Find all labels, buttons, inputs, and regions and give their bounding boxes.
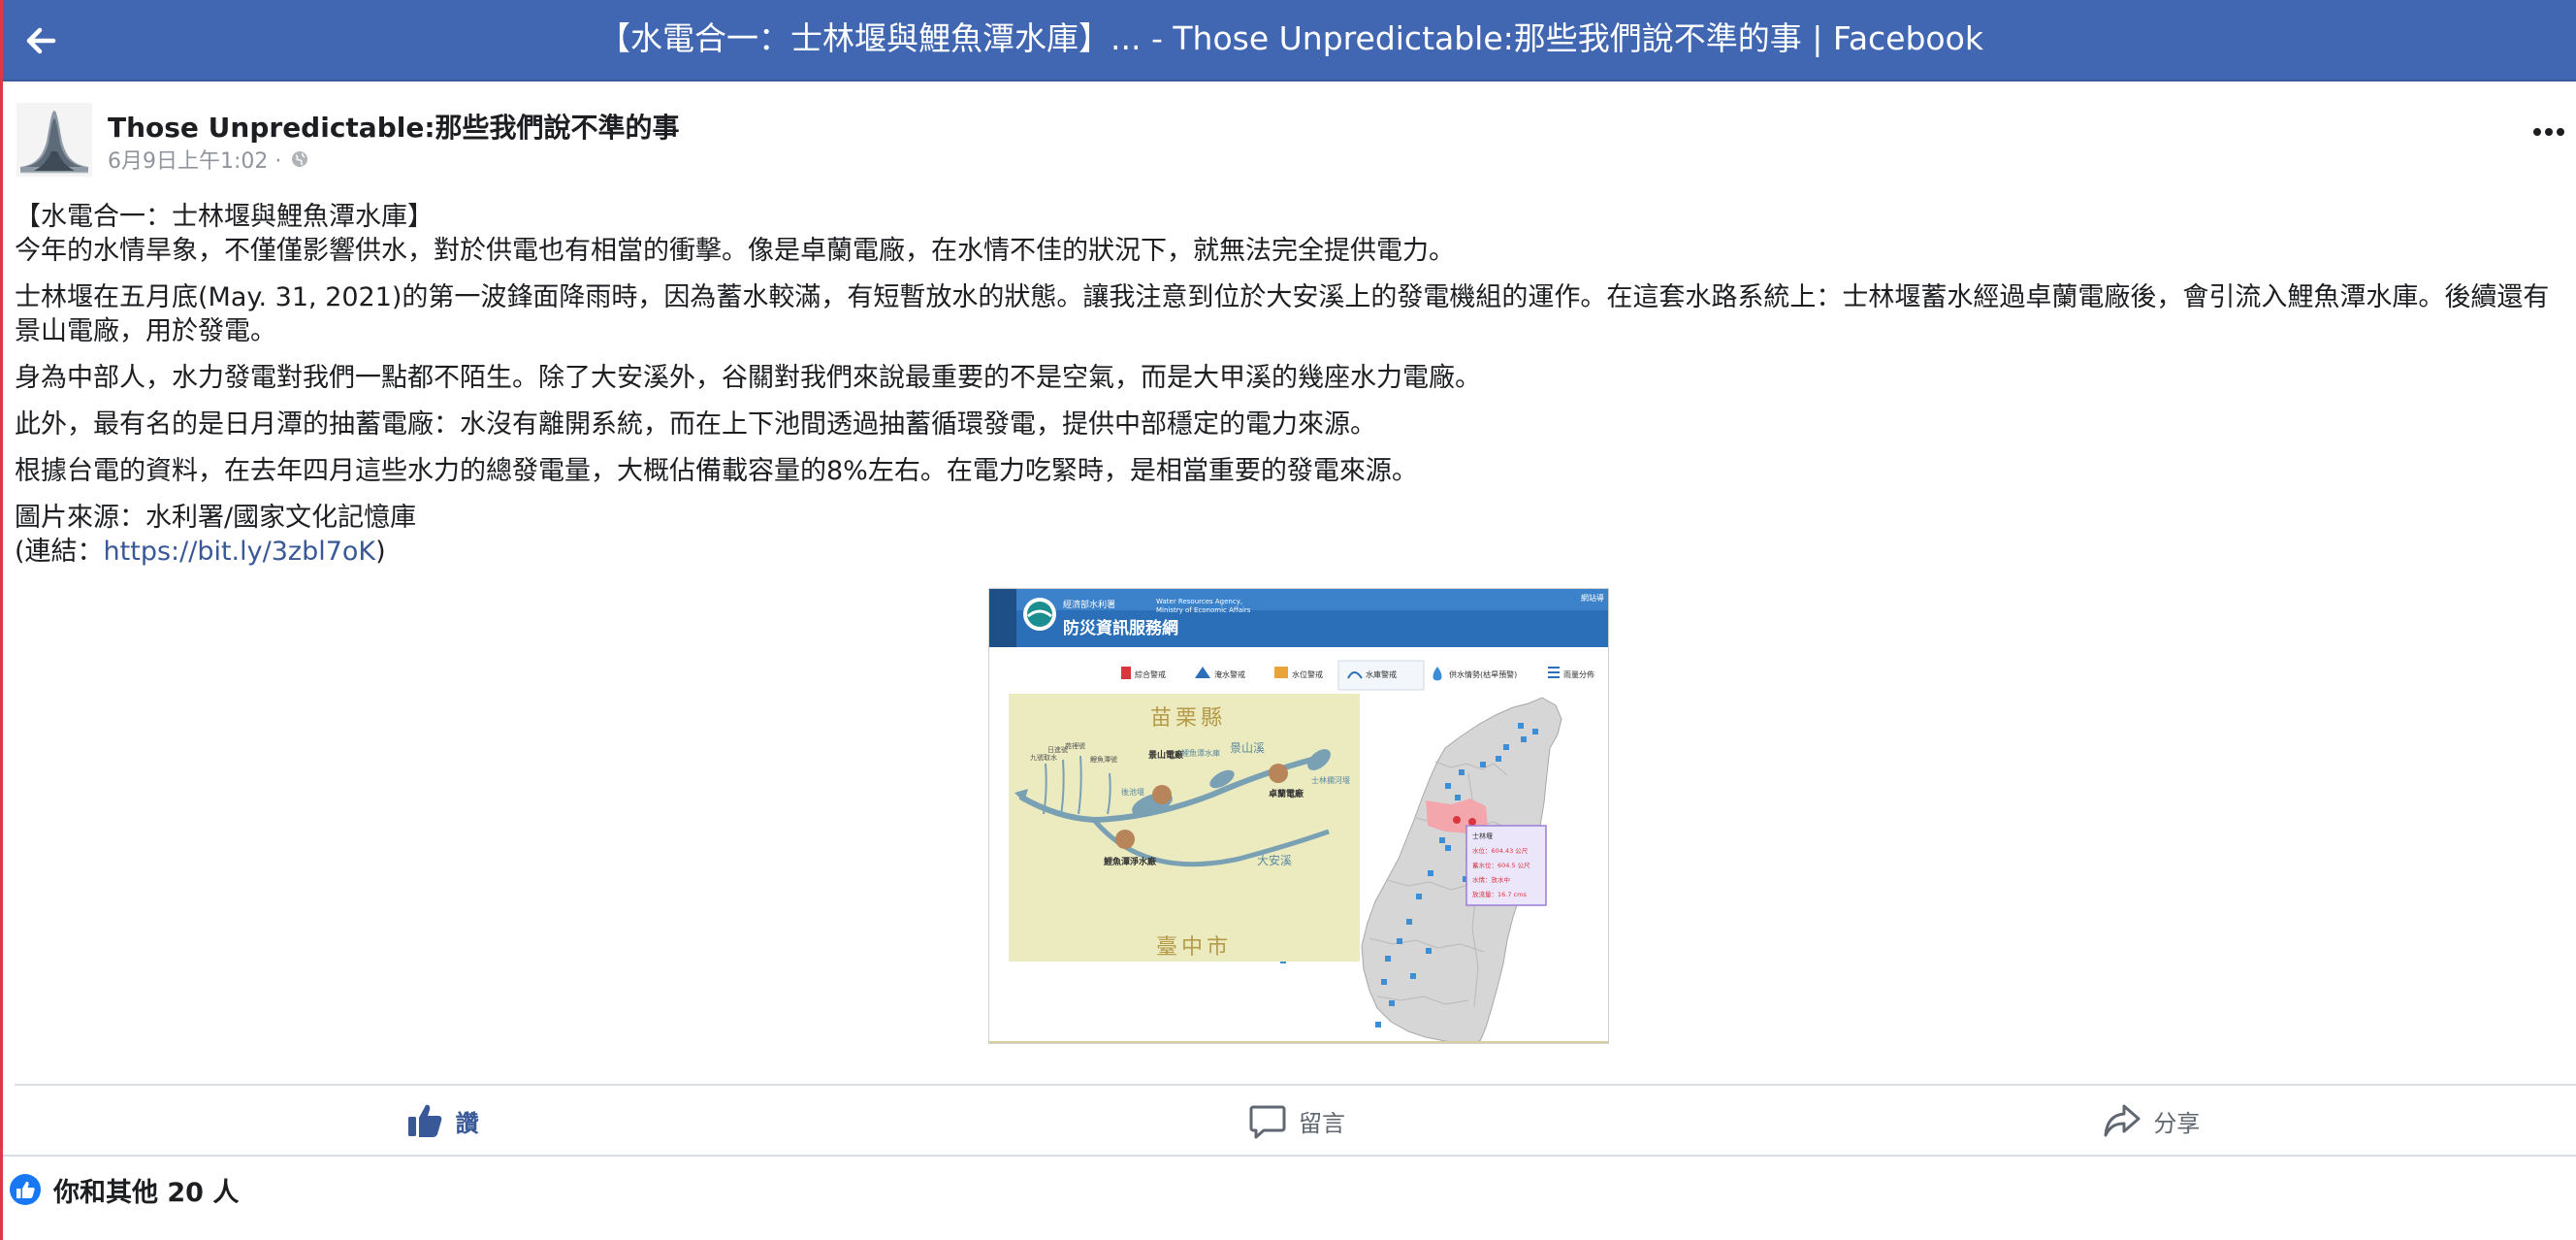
more-options-icon[interactable] xyxy=(2525,111,2573,149)
label-zhuolan-plant: 卓蘭電廠 xyxy=(1269,788,1304,799)
post-meta: 6月9日上午1:02 · xyxy=(108,144,309,175)
label-channel-4: 鯉魚潭號 xyxy=(1090,755,1117,764)
back-arrow-icon[interactable] xyxy=(16,16,67,66)
globe-icon xyxy=(290,149,309,175)
label-houchi-weir: 後池堰 xyxy=(1121,787,1144,797)
label-daan-river: 大安溪 xyxy=(1257,853,1292,867)
image-tab-1: 綜合警戒 xyxy=(1135,669,1166,679)
water-level-icon xyxy=(1274,667,1288,678)
zhuolan-plant-marker xyxy=(1269,764,1288,783)
divider xyxy=(3,1155,2576,1157)
share-label: 分享 xyxy=(2153,1109,2201,1137)
like-reaction-icon xyxy=(10,1174,41,1205)
paragraph-1-text: 今年的水情旱象，不僅僅影響供水，對於供電也有相當的衝擊。像是卓蘭電廠，在水情不佳… xyxy=(15,236,1455,266)
paragraph-5: 根據台電的資料，在去年四月這些水力的總發電量，大概佔備載容量的8%左右。在電力吃… xyxy=(15,456,1418,486)
image-corner-link: 網站導 xyxy=(1581,593,1604,603)
link-suffix: ) xyxy=(375,537,386,567)
popup-row-4: 放流量：16.7 cms xyxy=(1472,890,1527,898)
reactions-summary[interactable]: 你和其他 20 人 xyxy=(9,1170,239,1209)
paragraph-4: 此外，最有名的是日月潭的抽蓄電廠：水沒有離開系統，而在上下池間透過抽蓄循環發電，… xyxy=(15,409,1376,440)
station-popup: 士林堰 水位：604.43 公尺 蓄水位：604.5 公尺 水情：放水中 放流量… xyxy=(1465,825,1547,906)
water-plant-marker xyxy=(1115,830,1135,849)
alert-icon xyxy=(1121,667,1131,679)
thumbs-up-icon xyxy=(407,1104,442,1137)
post-heading: 【水電合一：士林堰與鯉魚潭水庫】 xyxy=(15,202,434,232)
hydro-schematic-inset: 苗栗縣 臺中市 景山電廠 鯉魚潭水庫 景山溪 卓蘭電廠 士林攔河堰 後池堰 大安… xyxy=(1009,694,1360,962)
post-image[interactable]: 經濟部水利署 Water Resources Agency, Ministry … xyxy=(988,588,1609,1044)
image-tab-5: 供水情勢(枯旱預警) xyxy=(1449,669,1517,679)
image-agency-en1: Water Resources Agency, xyxy=(1156,598,1242,605)
like-button[interactable]: 讚 xyxy=(15,1087,869,1155)
paragraph-1: 【水電合一：士林堰與鯉魚潭水庫】 今年的水情旱象，不僅僅影響供水，對於供電也有相… xyxy=(15,200,2571,268)
image-site-title: 防災資訊服務網 xyxy=(1063,618,1178,638)
page-avatar[interactable] xyxy=(16,103,92,177)
image-source-text: 圖片來源：水利署/國家文化記憶庫 xyxy=(15,503,417,533)
post-header: Those Unpredictable:那些我們說不準的事 6月9日上午1:02… xyxy=(13,103,2573,177)
jingshan-plant-marker xyxy=(1152,785,1172,804)
source-link[interactable]: https://bit.ly/3zbl7oK xyxy=(104,537,376,567)
image-agency-en2: Ministry of Economic Affairs xyxy=(1156,606,1251,614)
reactions-text: 你和其他 20 人 xyxy=(53,1177,240,1208)
link-prefix: (連結： xyxy=(15,537,104,567)
share-icon xyxy=(2104,1104,2141,1137)
divider xyxy=(15,1084,2576,1086)
popup-title: 士林堰 xyxy=(1472,832,1493,840)
label-water-plant: 鯉魚潭淨水廠 xyxy=(1104,856,1157,867)
image-tab-3: 水位警戒 xyxy=(1292,669,1323,679)
popup-row-1: 水位：604.43 公尺 xyxy=(1472,846,1529,855)
county-top: 苗栗縣 xyxy=(1150,706,1226,731)
label-liyutan-reservoir: 鯉魚潭水庫 xyxy=(1181,748,1220,758)
author-name[interactable]: Those Unpredictable:那些我們說不準的事 xyxy=(108,107,680,146)
comment-button[interactable]: 留言 xyxy=(869,1087,1723,1155)
share-button[interactable]: 分享 xyxy=(1724,1087,2576,1155)
label-jingshan-plant: 景山電廠 xyxy=(1148,749,1184,761)
rain-icon xyxy=(1548,667,1560,669)
post-actions: 讚 留言 分享 xyxy=(15,1087,2576,1155)
image-tab-2: 淹水警戒 xyxy=(1214,669,1245,679)
paragraph-2: 士林堰在五月底(May. 31, 2021)的第一波鋒面降雨時，因為蓄水較滿，有… xyxy=(15,282,2550,346)
post-timestamp[interactable]: 6月9日上午1:02 · xyxy=(108,149,288,174)
paragraph-6: 圖片來源：水利署/國家文化記憶庫 (連結：https://bit.ly/3zbl… xyxy=(15,501,2571,569)
popup-row-3: 水情：放水中 xyxy=(1472,875,1510,884)
post-text: 【水電合一：士林堰與鯉魚潭水庫】 今年的水情旱象，不僅僅影響供水，對於供電也有相… xyxy=(15,200,2571,581)
page-title: 【水電合一：士林堰與鯉魚潭水庫】... - Those Unpredictabl… xyxy=(598,19,1983,57)
label-shilin-weir: 士林攔河堰 xyxy=(1311,775,1350,785)
comment-icon xyxy=(1249,1105,1286,1139)
paragraph-3: 身為中部人，水力發電對我們一點都不陌生。除了大安溪外，谷關對我們來說最重要的不是… xyxy=(15,363,1481,393)
comment-label: 留言 xyxy=(1298,1109,1345,1137)
popup-row-2: 蓄水位：604.5 公尺 xyxy=(1472,861,1530,869)
label-channel-1: 九號取水 xyxy=(1030,753,1057,762)
label-jingshan-creek: 景山溪 xyxy=(1230,741,1265,755)
image-tab-6: 雨量分佈 xyxy=(1563,669,1594,679)
image-tab-4: 水庫警戒 xyxy=(1366,669,1397,679)
label-channel-3: 苑裡號 xyxy=(1065,741,1085,750)
county-bottom: 臺中市 xyxy=(1156,935,1232,960)
image-agency-small: 經濟部水利署 xyxy=(1063,599,1115,610)
top-bar: 【水電合一：士林堰與鯉魚潭水庫】... - Those Unpredictabl… xyxy=(3,0,2576,82)
like-label: 讚 xyxy=(455,1109,479,1137)
